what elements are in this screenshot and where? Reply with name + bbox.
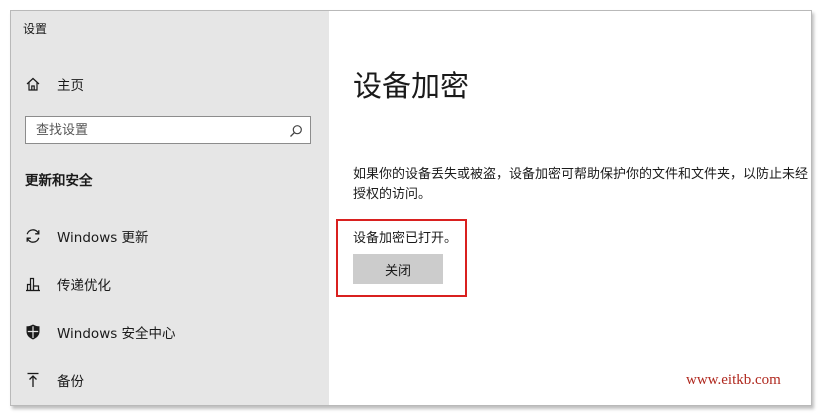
refresh-icon [23,226,43,246]
sidebar-item-label: 备份 [57,374,84,390]
sidebar: 设置 主页 更新和安全 [11,11,329,405]
sidebar-item-label: Windows 安全中心 [57,326,176,342]
turn-off-button[interactable]: 关闭 [353,254,443,284]
search-box[interactable] [25,116,311,144]
sidebar-item-windows-update[interactable]: Windows 更新 [23,224,149,248]
search-input[interactable] [26,117,286,143]
sidebar-item-windows-security[interactable]: Windows 安全中心 [23,320,176,344]
backup-arrow-icon [23,370,43,390]
sidebar-item-label: Windows 更新 [57,230,149,246]
main-content: 设备加密 如果你的设备丢失或被盗，设备加密可帮助保护你的文件和文件夹，以防止未经… [329,11,811,405]
page-title: 设备加密 [353,69,470,103]
home-icon [23,74,43,94]
shield-icon [23,322,43,342]
watermark: www.eitkb.com [686,372,781,388]
encryption-status: 设备加密已打开。 [353,231,458,246]
sidebar-item-label: 主页 [57,78,84,94]
sidebar-item-home[interactable]: 主页 [23,72,84,96]
search-icon[interactable] [289,123,303,137]
settings-window: 设置 主页 更新和安全 [10,10,812,406]
encryption-description: 如果你的设备丢失或被盗，设备加密可帮助保护你的文件和文件夹，以防止未经授权的访问… [353,167,809,202]
sidebar-item-backup[interactable]: 备份 [23,368,84,392]
sidebar-item-label: 传递优化 [57,278,111,294]
sidebar-item-delivery-optimization[interactable]: 传递优化 [23,272,111,296]
window-title: 设置 [23,22,48,36]
section-heading: 更新和安全 [25,173,93,189]
delivery-optimization-icon [23,274,43,294]
